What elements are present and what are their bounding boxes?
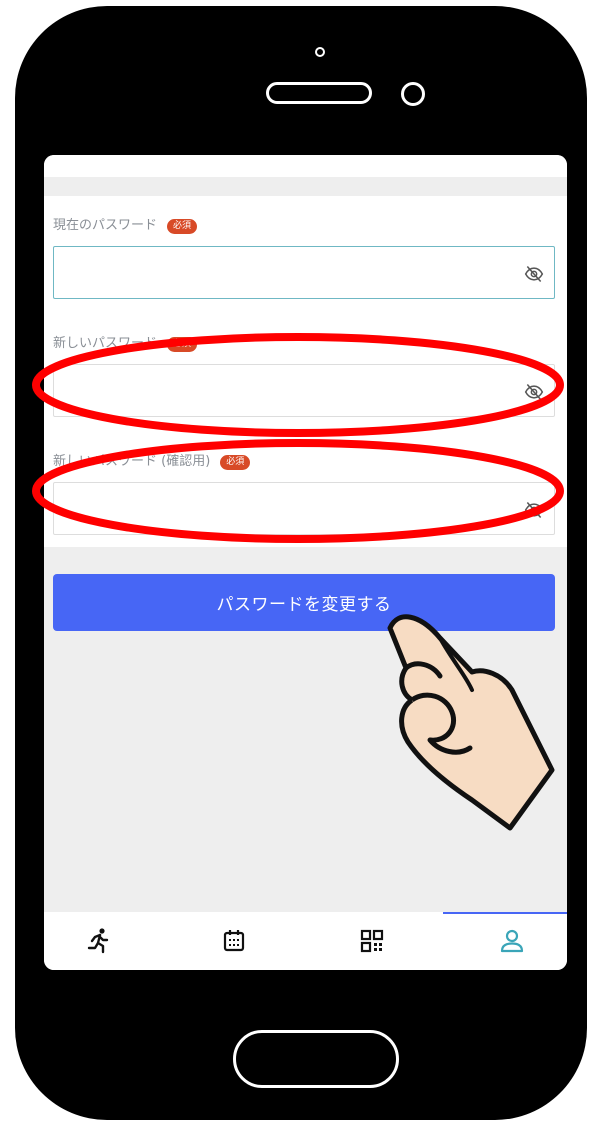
current-password-label: 現在のパスワード 必須 <box>53 214 198 234</box>
confirm-password-input[interactable] <box>53 482 555 535</box>
new-password-section: 新しいパスワード 必須 <box>44 314 567 432</box>
bottom-tab-bar <box>44 912 567 970</box>
tab-calendar[interactable] <box>219 926 249 956</box>
app-screen: 現在のパスワード 必須 新しいパスワード 必須 新しいパスワード (確認用) 必須 <box>44 155 567 970</box>
change-password-button-label: パスワードを変更する <box>216 595 392 615</box>
required-badge: 必須 <box>220 455 251 470</box>
proximity-sensor <box>401 82 425 106</box>
confirm-password-label-text: 新しいパスワード (確認用) <box>53 454 211 469</box>
user-icon <box>500 929 524 953</box>
current-password-section: 現在のパスワード 必須 <box>44 196 567 314</box>
tab-qr-code[interactable] <box>357 926 387 956</box>
eye-off-icon[interactable] <box>524 382 544 402</box>
new-password-label: 新しいパスワード 必須 <box>53 332 198 352</box>
active-tab-indicator <box>443 912 567 914</box>
eye-off-icon[interactable] <box>524 264 544 284</box>
speaker-grille <box>266 82 372 104</box>
new-password-label-text: 新しいパスワード <box>53 336 158 351</box>
header-strip <box>44 155 567 177</box>
current-password-label-text: 現在のパスワード <box>53 218 158 233</box>
qr-code-icon <box>360 929 384 953</box>
calendar-icon <box>223 930 245 952</box>
home-button[interactable] <box>233 1030 399 1088</box>
required-badge: 必須 <box>167 337 198 352</box>
eye-off-icon[interactable] <box>524 500 544 520</box>
tab-profile[interactable] <box>497 926 527 956</box>
tab-activity[interactable] <box>84 926 114 956</box>
confirm-password-label: 新しいパスワード (確認用) 必須 <box>53 450 251 470</box>
confirm-password-section: 新しいパスワード (確認用) 必須 <box>44 432 567 547</box>
change-password-button[interactable]: パスワードを変更する <box>53 574 555 631</box>
new-password-input[interactable] <box>53 364 555 417</box>
front-camera <box>315 47 325 57</box>
current-password-input[interactable] <box>53 246 555 299</box>
running-icon <box>87 928 109 954</box>
required-badge: 必須 <box>167 219 198 234</box>
